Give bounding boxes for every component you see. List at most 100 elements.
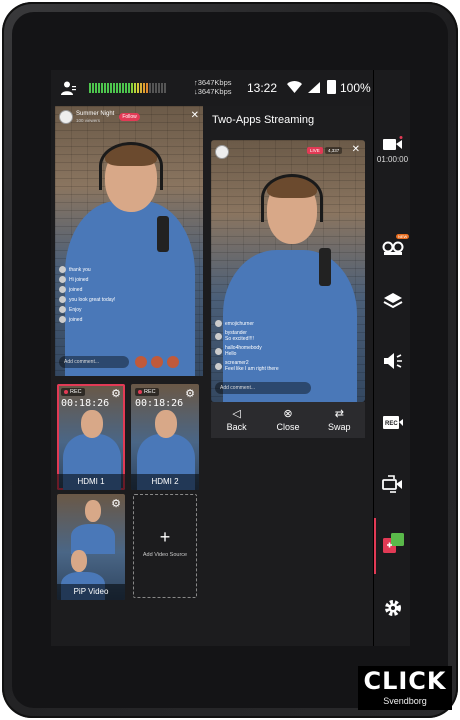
bitrate-up: 3647Kbps <box>197 78 232 87</box>
gift-icon[interactable] <box>135 356 147 368</box>
chat-list: emojichurner bystander So excited!!!! hal… <box>215 320 315 375</box>
chat-text: joined <box>69 286 83 293</box>
main-live-preview[interactable]: Summer Night 100 viewers Follow ✕ thank … <box>55 106 203 376</box>
two-apps-panel: Two-Apps Streaming LIVE 4,337 ✕ emojichu… <box>203 106 373 646</box>
follow-button[interactable]: Follow <box>119 113 140 121</box>
add-video-source-button[interactable]: + Add Video Source <box>133 494 197 598</box>
chat-text: Hi joined <box>69 276 89 283</box>
chat-line: bystander So excited!!!! <box>215 330 315 342</box>
sidebar-item-switch-camera[interactable] <box>374 474 410 494</box>
person-head <box>155 410 177 438</box>
chat-line: screamer2 Feel like I am right there <box>215 360 315 372</box>
chat-line: you look great today! <box>59 296 159 303</box>
chat-avatar <box>215 320 222 327</box>
share-icon[interactable] <box>167 356 179 368</box>
viewer-count: 4,337 <box>325 147 343 154</box>
sidebar-item-audio[interactable] <box>374 352 410 370</box>
reaction-icons <box>135 356 179 368</box>
watermark-logo: CLICK Svendborg <box>358 666 452 710</box>
panel-title: Two-Apps Streaming <box>212 114 315 126</box>
source-tile-hdmi-1[interactable]: REC 00:18:26 ⚙ HDMI 1 <box>57 384 125 490</box>
swap-label: Swap <box>328 422 351 432</box>
sidebar-item-two-apps[interactable] <box>374 532 410 556</box>
chat-avatar <box>59 306 66 313</box>
source-label: HDMI 2 <box>131 474 199 490</box>
two-apps-icon <box>382 533 404 553</box>
new-badge: NEW <box>396 234 410 239</box>
layers-icon <box>383 293 402 309</box>
chat-text: thank you <box>69 266 91 273</box>
back-label: Back <box>226 422 247 432</box>
chat-list: thank you Hi joined joined you look grea… <box>59 266 159 326</box>
battery-percent: 100% <box>340 81 371 95</box>
channel-name: Summer Night <box>76 111 115 117</box>
source-label: HDMI 1 <box>57 474 125 490</box>
user-icon[interactable] <box>61 80 77 96</box>
microphone <box>157 216 169 252</box>
chat-line: thank you <box>59 266 159 273</box>
chat-line: Hi joined <box>59 276 159 283</box>
person-head <box>71 550 87 572</box>
headphones <box>99 142 163 190</box>
comment-input[interactable]: Add comment... <box>215 382 311 394</box>
sidebar-item-layers[interactable] <box>374 292 410 310</box>
bitrate-down: 3647Kbps <box>197 87 232 96</box>
sidebar: 01:00:00 NEW REC <box>373 70 410 646</box>
sidebar-item-record[interactable]: REC <box>374 414 410 430</box>
chat-line: joined <box>59 286 159 293</box>
rec-icon: REC <box>382 416 403 429</box>
headphones <box>261 174 323 222</box>
live-badge: LIVE <box>307 147 323 154</box>
sidebar-item-stream[interactable]: 01:00:00 <box>374 136 410 164</box>
second-app-preview[interactable]: LIVE 4,337 ✕ emojichurner bystander So ex… <box>211 140 365 402</box>
comment-input[interactable]: Add comment... <box>59 356 129 368</box>
gear-icon[interactable]: ⚙ <box>111 387 121 400</box>
record-timer: 01:00:00 <box>376 155 409 164</box>
chat-text: Hello <box>225 351 237 357</box>
clock: 13:22 <box>247 81 278 95</box>
plus-icon: + <box>159 527 171 547</box>
chat-avatar <box>59 266 66 273</box>
chat-avatar <box>215 347 222 355</box>
swap-button[interactable]: ⇄ Swap <box>314 402 364 438</box>
gear-icon[interactable]: ⚙ <box>111 497 121 510</box>
source-tile-hdmi-2[interactable]: REC 00:18:26 ⚙ HDMI 2 <box>131 384 199 490</box>
close-icon[interactable]: ✕ <box>191 110 199 121</box>
chat-line: joined <box>59 316 159 323</box>
person-head <box>81 410 103 438</box>
rec-badge: REC <box>135 388 159 396</box>
channel-avatar[interactable] <box>59 110 73 124</box>
chat-line: hallo4homebody Hello <box>215 345 315 357</box>
screen: ↑3647Kbps ↓3647Kbps 13:22 100% Summer Ni… <box>51 70 410 646</box>
channel-sub: 100 viewers <box>76 118 101 123</box>
close-icon[interactable]: ✕ <box>352 144 360 155</box>
rec-badge: REC <box>61 388 85 396</box>
chat-text: joined <box>69 316 83 323</box>
back-button[interactable]: ◁ Back <box>212 402 262 438</box>
chat-avatar <box>59 316 66 323</box>
switch-camera-icon <box>381 475 402 493</box>
channel-avatar[interactable] <box>215 145 229 159</box>
source-label: PiP Video <box>57 584 125 600</box>
close-button[interactable]: ⊗ Close <box>263 402 313 438</box>
chat-avatar <box>215 332 222 340</box>
chat-text: Enjoy <box>69 306 82 313</box>
watermark-subtitle: Svendborg <box>383 696 427 706</box>
channel-header: Summer Night 100 viewers Follow <box>59 110 140 124</box>
sidebar-item-settings[interactable] <box>374 598 410 618</box>
gear-icon[interactable]: ⚙ <box>185 387 195 400</box>
source-tile-pip-video[interactable]: ⚙ PiP Video <box>57 494 125 600</box>
rec-timer: 00:18:26 <box>61 398 110 409</box>
wifi-icon <box>287 81 302 93</box>
sidebar-item-multicam[interactable]: NEW <box>374 234 410 256</box>
chat-line: Enjoy <box>59 306 159 313</box>
rose-icon[interactable] <box>151 356 163 368</box>
multicam-icon <box>382 241 403 255</box>
chat-avatar <box>59 296 66 303</box>
chat-avatar <box>59 286 66 293</box>
chat-avatar <box>59 276 66 283</box>
bitrate-readout: ↑3647Kbps ↓3647Kbps <box>194 78 232 96</box>
add-video-source-label: Add Video Source <box>142 552 188 558</box>
svg-text:REC: REC <box>385 421 398 427</box>
battery-icon <box>327 80 336 94</box>
